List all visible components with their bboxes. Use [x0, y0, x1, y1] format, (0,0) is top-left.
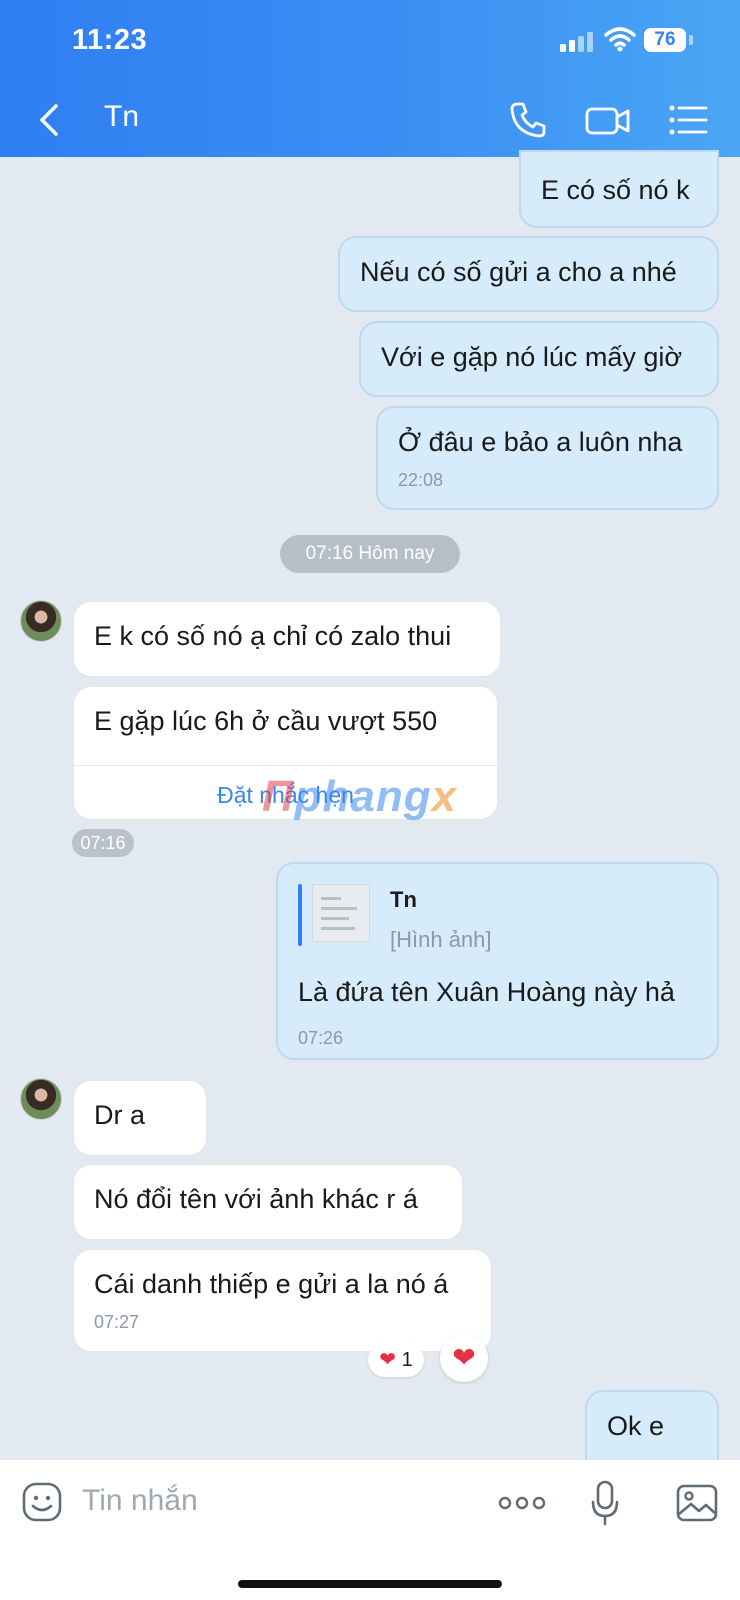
outgoing-message[interactable]: E có số nó k — [519, 150, 719, 228]
menu-list-icon[interactable] — [668, 100, 708, 140]
message-time: 22:08 — [398, 470, 444, 490]
quoted-content-type: [Hình ảnh] — [390, 927, 492, 952]
message-time: 07:26 — [298, 1028, 344, 1048]
message-text: E k có số nó ạ chỉ có zalo thui — [94, 621, 452, 651]
back-button[interactable] — [34, 100, 64, 140]
battery-indicator: 76 — [644, 28, 686, 52]
message-input-bar: Tin nhắn — [0, 1459, 740, 1600]
message-text: Nếu có số gửi a cho a nhé — [360, 257, 677, 287]
chat-title[interactable]: Tn — [104, 100, 139, 134]
sticker-emoji-icon[interactable] — [22, 1482, 62, 1522]
avatar[interactable] — [20, 1078, 62, 1120]
quoted-image-thumbnail — [312, 884, 370, 942]
incoming-message[interactable]: E k có số nó ạ chỉ có zalo thui — [73, 601, 501, 677]
quote-bar — [298, 884, 302, 946]
cellular-signal-icon — [560, 32, 594, 52]
quoted-message[interactable]: Tn [Hình ảnh] — [298, 884, 697, 956]
chat-header: 11:23 76 Tn — [0, 0, 740, 157]
reaction-count: 1 — [401, 1349, 413, 1371]
message-text: Với e gặp nó lúc mấy giờ — [381, 342, 683, 372]
heart-icon: ❤ — [379, 1349, 397, 1371]
outgoing-reply-message[interactable]: Tn [Hình ảnh] Là đứa tên Xuân Hoàng này … — [276, 862, 719, 1060]
microphone-icon[interactable] — [590, 1480, 620, 1526]
message-time: 07:27 — [94, 1312, 140, 1332]
message-text: Cái danh thiếp e gửi a la nó á — [94, 1269, 449, 1299]
watermark-logo: Πphangx — [262, 772, 457, 822]
watermark-part: x — [431, 772, 458, 821]
message-text: Ok e — [607, 1411, 665, 1441]
reaction-summary[interactable]: ❤ 1 — [368, 1343, 424, 1377]
video-call-icon[interactable] — [585, 100, 631, 140]
home-indicator — [238, 1580, 502, 1588]
message-text: Là đứa tên Xuân Hoàng này hả — [298, 977, 675, 1007]
avatar[interactable] — [20, 600, 62, 642]
message-input[interactable]: Tin nhắn — [82, 1484, 198, 1518]
message-time-pill: 07:16 — [72, 829, 134, 857]
battery-tip — [689, 35, 693, 45]
day-separator: 07:16 Hôm nay — [280, 535, 460, 573]
incoming-message[interactable]: Nó đổi tên với ảnh khác r á — [73, 1164, 463, 1240]
outgoing-message[interactable]: Ở đâu e bảo a luôn nha 22:08 — [376, 406, 719, 510]
message-text: Ở đâu e bảo a luôn nha — [398, 427, 683, 457]
image-picker-icon[interactable] — [676, 1482, 718, 1524]
status-time: 11:23 — [72, 24, 148, 56]
outgoing-message[interactable]: Nếu có số gửi a cho a nhé — [338, 236, 719, 312]
incoming-message[interactable]: Dr a — [73, 1080, 207, 1156]
divider — [74, 765, 497, 766]
quoted-sender: Tn — [390, 887, 417, 912]
wifi-icon — [604, 27, 636, 52]
watermark-part: Π — [262, 772, 295, 821]
message-text: E gặp lúc 6h ở cầu vượt 550 — [94, 706, 438, 736]
heart-react-button[interactable]: ❤ — [440, 1334, 488, 1382]
outgoing-message[interactable]: Với e gặp nó lúc mấy giờ — [359, 321, 719, 397]
message-text: E có số nó k — [541, 175, 690, 205]
more-options-icon[interactable] — [498, 1494, 546, 1512]
message-text: Dr a — [94, 1100, 146, 1130]
message-text: Nó đổi tên với ảnh khác r á — [94, 1184, 418, 1214]
phone-call-icon[interactable] — [508, 100, 548, 140]
incoming-message[interactable]: Cái danh thiếp e gửi a la nó á 07:27 — [73, 1249, 492, 1352]
watermark-part: phang — [294, 772, 432, 821]
